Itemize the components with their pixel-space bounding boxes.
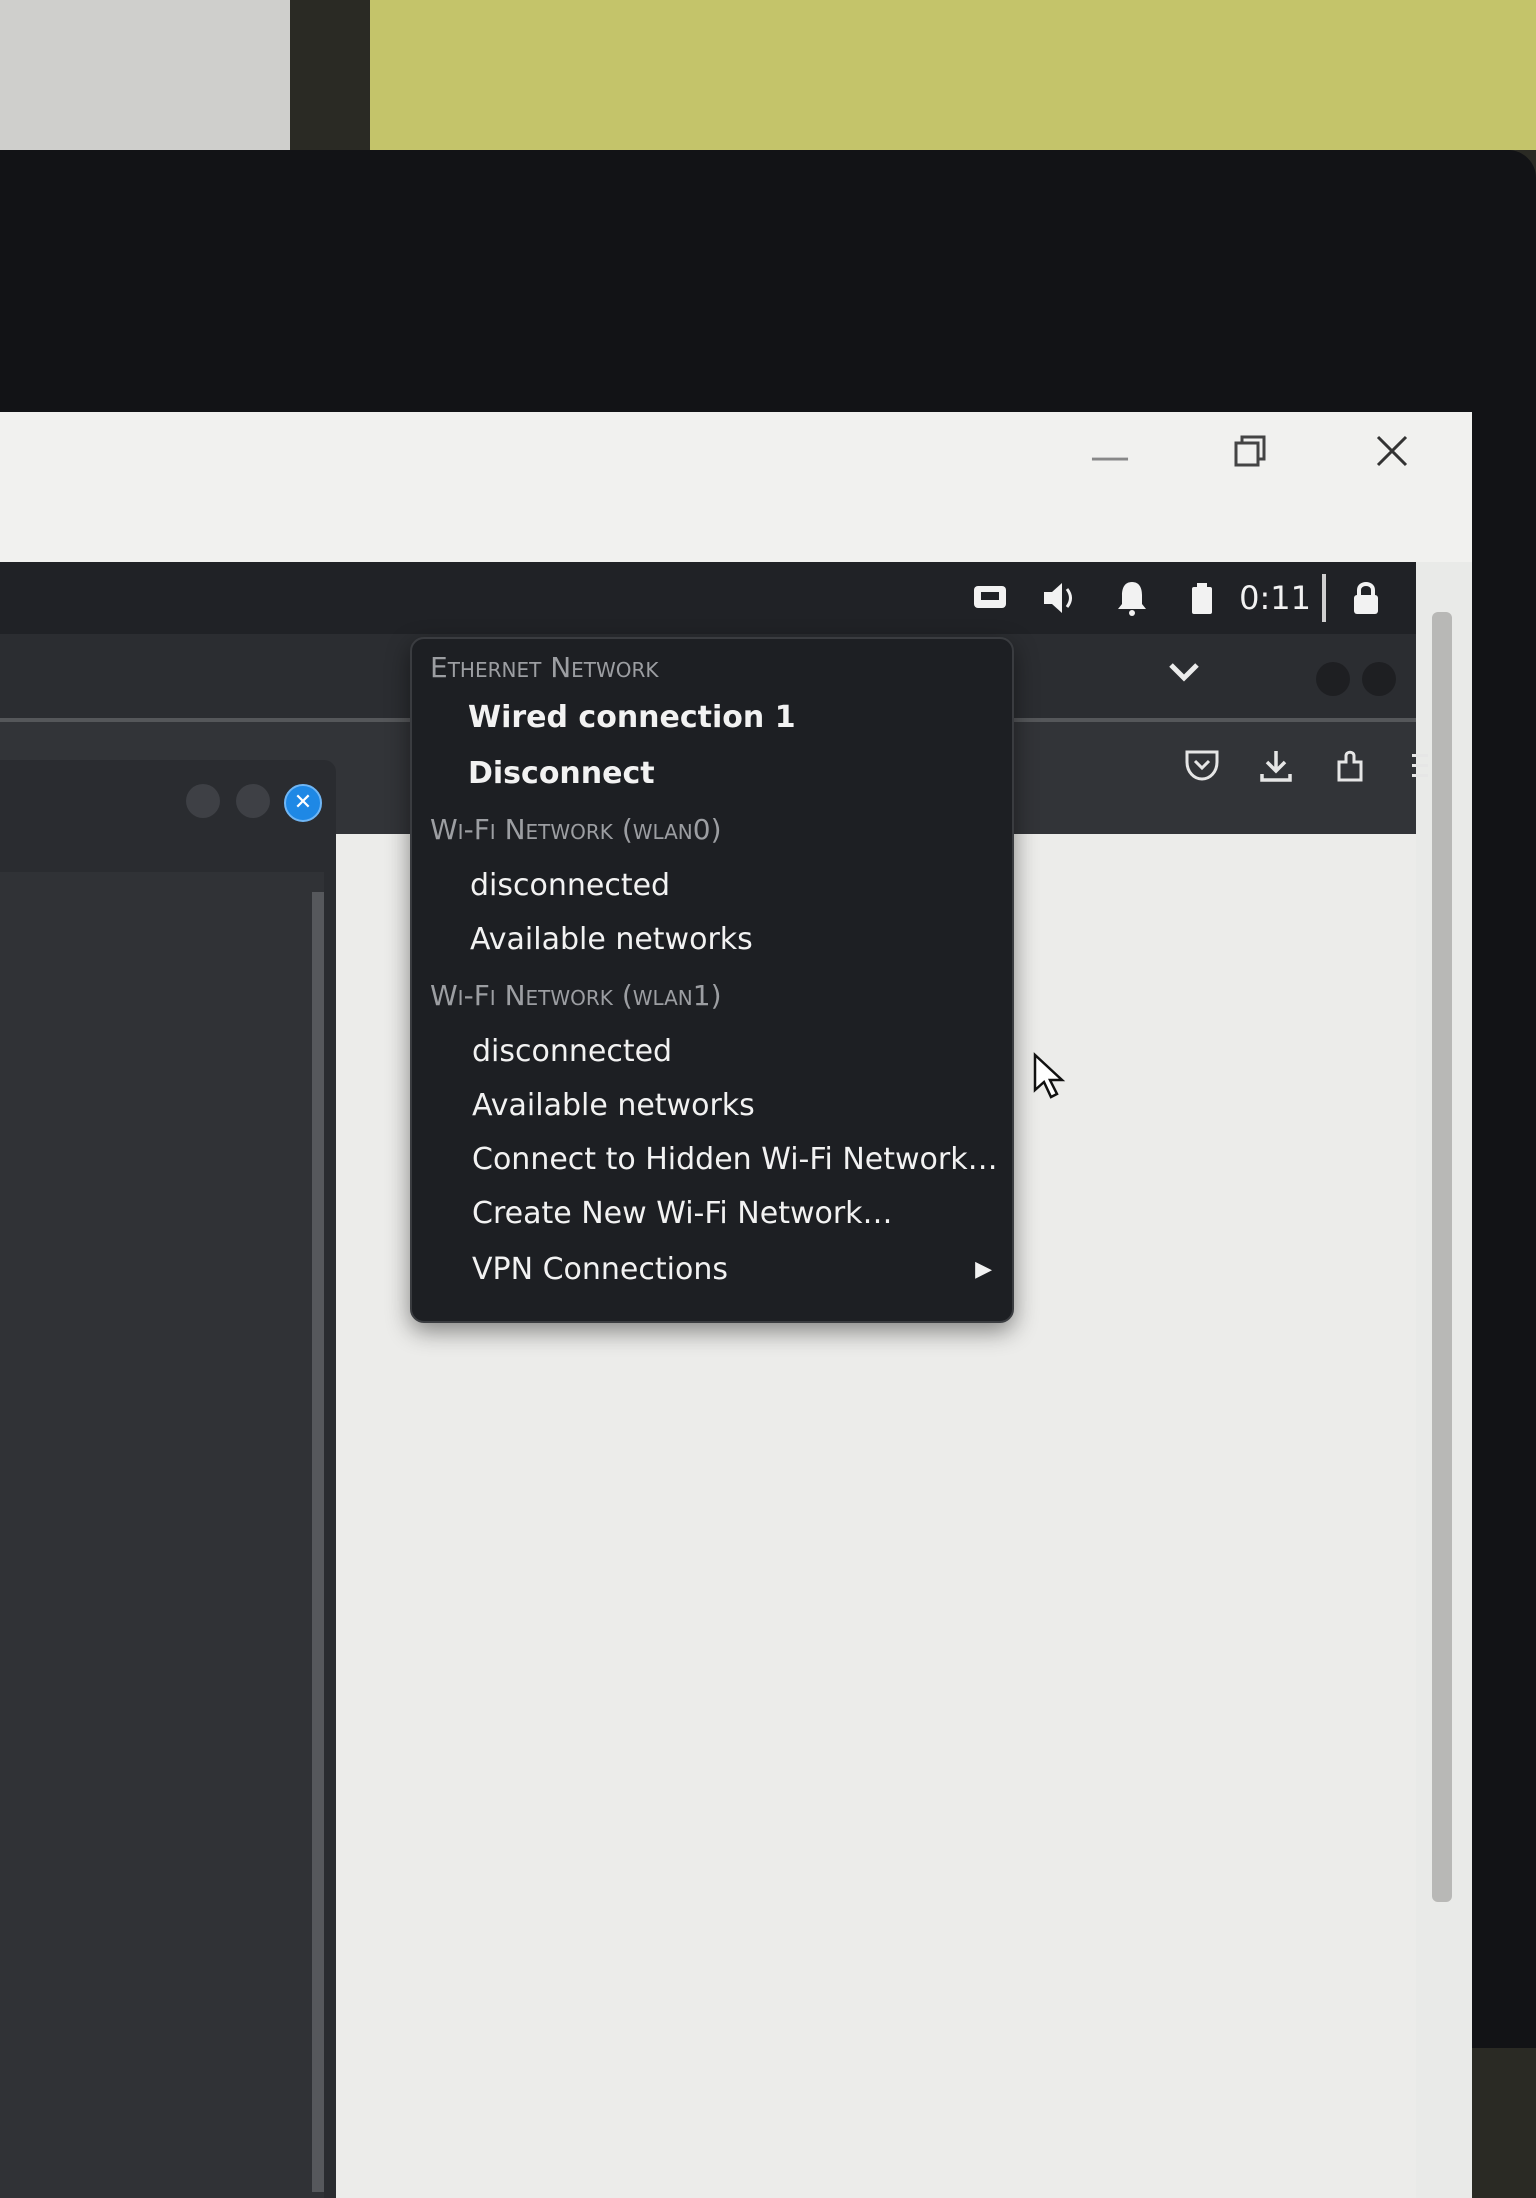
wired-connection-item[interactable]: Wired connection 1 xyxy=(412,691,1012,745)
wlan1-available-label: Available networks xyxy=(472,1088,755,1123)
disconnect-item[interactable]: Disconnect xyxy=(412,747,1012,801)
window-titlebar: — xyxy=(0,412,1472,562)
wlan1-available-networks-item[interactable]: Available networks xyxy=(412,1079,1012,1133)
close-icon[interactable] xyxy=(1362,427,1422,487)
wlan0-status-label: disconnected xyxy=(470,868,671,903)
screen: — 0:11 ✕ Ethernet Network Wired connecti… xyxy=(0,412,1472,2198)
notification-bell-icon[interactable] xyxy=(1108,562,1156,634)
maximize-button[interactable] xyxy=(236,784,270,818)
wlan0-available-networks-item[interactable]: Available networks xyxy=(412,913,1012,967)
volume-icon[interactable] xyxy=(1036,562,1084,634)
close-button[interactable]: ✕ xyxy=(284,784,322,822)
chevron-down-icon[interactable] xyxy=(1162,652,1206,696)
vertical-scrollbar[interactable] xyxy=(1432,612,1452,1902)
vpn-connections-label: VPN Connections xyxy=(472,1252,728,1287)
network-menu: Ethernet Network Wired connection 1 Disc… xyxy=(410,637,1014,1323)
ethernet-section-header: Ethernet Network xyxy=(430,651,659,684)
clock[interactable]: 0:11 xyxy=(1239,562,1311,634)
disconnect-label: Disconnect xyxy=(468,756,655,791)
minimize-icon[interactable]: — xyxy=(1080,427,1140,487)
battery-icon[interactable] xyxy=(1180,562,1224,634)
inner-window-scrollbar[interactable] xyxy=(312,892,324,2192)
create-new-wifi-item[interactable]: Create New Wi-Fi Network… xyxy=(412,1187,1012,1241)
connect-hidden-label: Connect to Hidden Wi-Fi Network… xyxy=(472,1142,998,1177)
monitor-bezel: — 0:11 ✕ Ethernet Network Wired connecti… xyxy=(0,150,1536,2198)
inner-window-panel xyxy=(0,872,324,2198)
connect-hidden-wifi-item[interactable]: Connect to Hidden Wi-Fi Network… xyxy=(412,1133,1012,1187)
submenu-arrow-icon: ▶ xyxy=(975,1257,992,1282)
create-new-label: Create New Wi-Fi Network… xyxy=(472,1196,893,1231)
vpn-connections-item[interactable]: VPN Connections ▶ xyxy=(412,1243,1012,1297)
restore-icon[interactable] xyxy=(1220,427,1280,487)
extension-icon[interactable] xyxy=(1330,748,1374,792)
download-icon[interactable] xyxy=(1254,748,1298,792)
lock-icon[interactable] xyxy=(1344,562,1388,634)
wifi-wlan0-section-header: Wi-Fi Network (wlan0) xyxy=(430,813,722,846)
inner-window-titlebar: ✕ xyxy=(0,760,336,836)
wlan1-status-item: disconnected xyxy=(412,1025,1012,1079)
background-wall-yellow xyxy=(370,0,1536,150)
wlan0-status-item: disconnected xyxy=(412,859,1012,913)
wlan0-available-label: Available networks xyxy=(470,922,753,957)
wifi-wlan1-section-header: Wi-Fi Network (wlan1) xyxy=(430,979,722,1012)
pocket-icon[interactable] xyxy=(1180,748,1224,792)
top-panel: 0:11 xyxy=(0,562,1416,634)
window-button[interactable] xyxy=(1362,662,1396,696)
window-button[interactable] xyxy=(1316,662,1350,696)
background-wall-left xyxy=(0,0,290,170)
wired-connection-label: Wired connection 1 xyxy=(468,700,796,735)
network-wired-icon[interactable] xyxy=(966,562,1014,634)
wlan1-status-label: disconnected xyxy=(472,1034,673,1069)
panel-separator xyxy=(1322,574,1326,622)
mouse-cursor-icon xyxy=(1032,1052,1066,1100)
minimize-button[interactable] xyxy=(186,784,220,818)
